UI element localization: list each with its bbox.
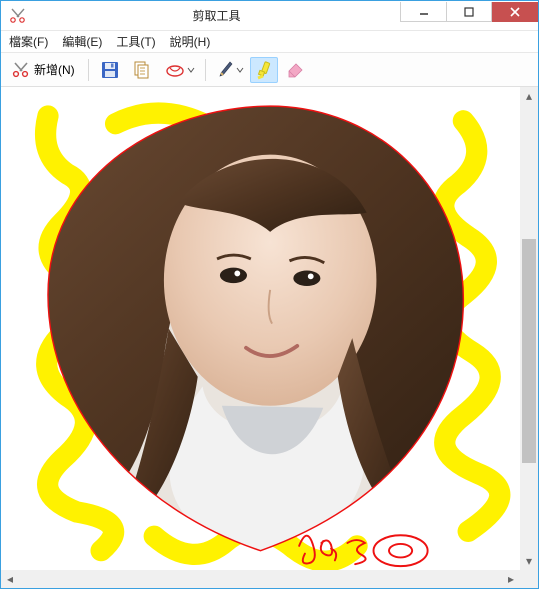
close-icon — [509, 6, 521, 18]
window-title: 剪取工具 — [33, 7, 400, 24]
copy-icon — [132, 60, 152, 80]
title-bar: 剪取工具 — [1, 1, 538, 31]
chevron-down-icon — [235, 66, 245, 74]
snip-canvas[interactable] — [1, 87, 520, 570]
mail-icon — [164, 61, 186, 79]
horizontal-scrollbar[interactable]: ◂ ▸ — [1, 570, 520, 588]
pen-icon — [217, 60, 235, 80]
highlighter-icon — [255, 60, 273, 80]
highlighter-button[interactable] — [250, 57, 278, 83]
send-snip-button[interactable] — [159, 57, 199, 83]
pen-button[interactable] — [212, 57, 248, 83]
separator — [205, 59, 206, 81]
minimize-button[interactable] — [400, 2, 446, 22]
eraser-button[interactable] — [280, 57, 310, 83]
menu-edit[interactable]: 編輯(E) — [62, 33, 102, 50]
menu-file[interactable]: 檔案(F) — [9, 33, 48, 50]
canvas-svg — [1, 87, 520, 570]
scroll-thumb[interactable] — [522, 239, 536, 463]
menu-help[interactable]: 說明(H) — [170, 33, 211, 50]
toolbar: 新增(N) — [1, 53, 538, 87]
close-button[interactable] — [492, 2, 538, 22]
new-snip-label: 新增(N) — [34, 61, 75, 78]
copy-button[interactable] — [127, 57, 157, 83]
separator — [88, 59, 89, 81]
eraser-icon — [285, 61, 305, 79]
new-snip-button[interactable]: 新增(N) — [7, 57, 82, 83]
vertical-scrollbar[interactable]: ▴ ▾ — [520, 87, 538, 570]
window-controls — [400, 1, 538, 30]
save-button[interactable] — [95, 57, 125, 83]
scroll-right-arrow[interactable]: ▸ — [502, 570, 520, 588]
app-window: 剪取工具 檔案(F) 編輯(E) 工具(T) 說明(H) 新增(N) — [0, 0, 539, 589]
content-area: ▴ ▾ ◂ ▸ — [1, 87, 538, 588]
scissors-icon — [12, 61, 30, 79]
floppy-icon — [100, 60, 120, 80]
maximize-icon — [463, 6, 475, 18]
scroll-left-arrow[interactable]: ◂ — [1, 570, 19, 588]
menu-tools[interactable]: 工具(T) — [116, 33, 155, 50]
scroll-track[interactable] — [520, 105, 538, 552]
scroll-up-arrow[interactable]: ▴ — [520, 87, 538, 105]
menu-bar: 檔案(F) 編輯(E) 工具(T) 說明(H) — [1, 31, 538, 53]
scroll-corner — [520, 570, 538, 588]
chevron-down-icon — [186, 66, 196, 74]
scroll-down-arrow[interactable]: ▾ — [520, 552, 538, 570]
maximize-button[interactable] — [446, 2, 492, 22]
minimize-icon — [418, 6, 430, 18]
scissors-app-icon — [9, 7, 27, 25]
